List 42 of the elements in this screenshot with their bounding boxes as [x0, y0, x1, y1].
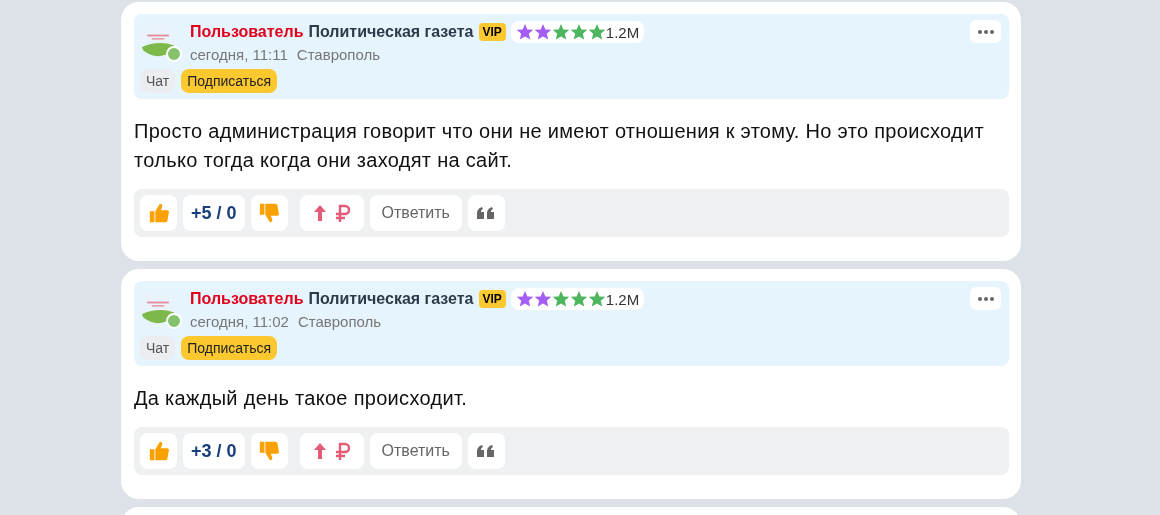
author-link[interactable]: Пользователь [190, 23, 304, 41]
dislike-button[interactable] [250, 195, 288, 231]
vote-score: +3 / 0 [183, 433, 245, 469]
reply-button[interactable]: Ответить [369, 195, 462, 231]
chat-button[interactable]: Чат [140, 336, 176, 360]
comment-text: Просто администрация говорит что они не имеют отношения к этому. Но это происходит только тогда когда они заходят на сайт. [134, 119, 985, 173]
quote-icon [477, 206, 496, 220]
thumbs-down-icon [258, 202, 281, 224]
post-time: сегодня, 11:02 [190, 313, 289, 330]
up-arrow-ruble-icon [313, 441, 350, 461]
vote-score: +5 / 0 [183, 195, 245, 231]
subscribe-button[interactable]: Подписаться [181, 336, 278, 360]
quote-button[interactable] [467, 195, 505, 231]
thumbs-up-icon [147, 440, 170, 462]
comment-text: Да каждый день такое происходит. [134, 386, 468, 411]
quote-button[interactable] [467, 433, 505, 469]
thumbs-up-icon [147, 202, 170, 224]
more-icon [977, 29, 994, 34]
up-arrow-ruble-icon [313, 203, 350, 223]
vip-label: VIP [478, 23, 506, 41]
donate-button[interactable] [299, 433, 364, 469]
vip-label: VIP [478, 290, 506, 308]
post-city: Ставрополь [296, 46, 381, 63]
author-link[interactable]: Пользователь [190, 290, 304, 308]
more-options-button[interactable] [970, 20, 1001, 43]
like-button[interactable] [140, 195, 177, 231]
reply-button[interactable]: Ответить [369, 433, 462, 469]
dislike-button[interactable] [250, 433, 288, 469]
donate-button[interactable] [299, 195, 364, 231]
publication-link[interactable]: Политическая газета [308, 23, 474, 41]
thumbs-down-icon [258, 440, 281, 462]
publication-link[interactable]: Политическая газета [308, 290, 474, 308]
chat-button[interactable]: Чат [140, 69, 176, 93]
like-button[interactable] [140, 433, 177, 469]
quote-icon [477, 444, 496, 458]
more-options-button[interactable] [970, 287, 1001, 310]
subscribe-button[interactable]: Подписаться [181, 69, 278, 93]
post-time: сегодня, 11:11 [190, 46, 288, 63]
rating-count: 1.2M [605, 23, 640, 41]
rating-count: 1.2M [605, 290, 640, 308]
post-city: Ставрополь [297, 313, 382, 330]
more-icon [977, 296, 994, 301]
